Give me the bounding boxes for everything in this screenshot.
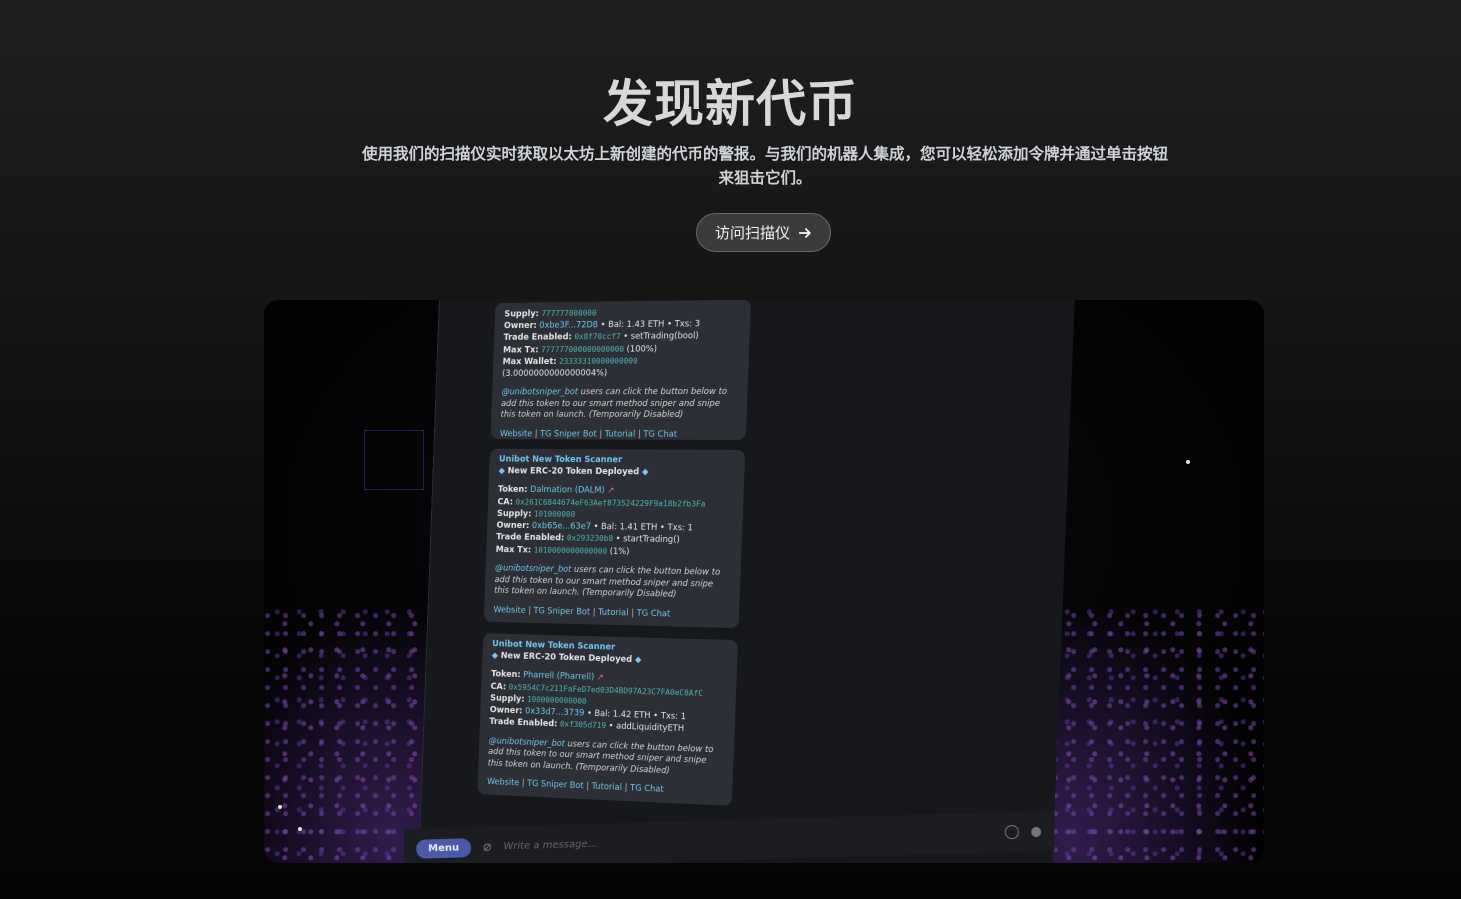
website-link[interactable]: Website: [493, 605, 526, 616]
scanner-preview-image: Supply: 777777000000 Owner: 0xbe3F...72D…: [264, 300, 1264, 863]
background-star: [1186, 460, 1190, 464]
website-link[interactable]: Website: [500, 429, 533, 439]
chart-icon: ↗: [607, 485, 615, 496]
emoji-icon[interactable]: [1004, 824, 1019, 840]
scanner-message: Unibot New Token Scanner ◆ New ERC-20 To…: [483, 448, 746, 629]
msg-links: Website | TG Sniper Bot | Tutorial | TG …: [493, 604, 671, 619]
page-subtitle: 使用我们的扫描仪实时获取以太坊上新创建的代币的警报。与我们的机器人集成，您可以轻…: [361, 145, 1168, 187]
tutorial-link[interactable]: Tutorial: [598, 607, 629, 618]
telegram-chat-window: Supply: 777777000000 Owner: 0xbe3F...72D…: [417, 300, 1076, 863]
background-grid-square: [364, 430, 424, 490]
diamond-icon: ◆: [498, 465, 505, 476]
attach-icon[interactable]: ⌀: [483, 839, 492, 855]
msg-note: @unibotsniper_bot users can click the bu…: [494, 563, 721, 600]
msg-field: Max Tx: 1010000000000000 (1%): [495, 544, 630, 557]
tg-sniper-bot-link[interactable]: TG Sniper Bot: [540, 429, 597, 439]
background-star: [278, 805, 282, 809]
tg-chat-link[interactable]: TG Chat: [636, 608, 670, 619]
msg-links: Website | TG Sniper Bot | Tutorial | TG …: [499, 428, 678, 440]
tg-chat-link[interactable]: TG Chat: [630, 783, 664, 794]
arrow-right-icon: [798, 227, 811, 238]
tutorial-link[interactable]: Tutorial: [591, 782, 622, 793]
tg-sniper-bot-link[interactable]: TG Sniper Bot: [533, 606, 590, 617]
tg-chat-link[interactable]: TG Chat: [643, 429, 677, 439]
msg-links: Website | TG Sniper Bot | Tutorial | TG …: [486, 777, 664, 795]
scanner-message: Supply: 777777000000 Owner: 0xbe3F...72D…: [490, 300, 751, 441]
microphone-icon[interactable]: ●: [1030, 824, 1042, 839]
page-title: 发现新代币: [603, 75, 858, 133]
visit-scanner-button[interactable]: 访问扫描仪: [696, 213, 831, 252]
scanner-message: Unibot New Token Scanner ◆ New ERC-20 To…: [477, 633, 739, 806]
chart-icon: ↗: [596, 672, 604, 683]
message-input[interactable]: Write a message...: [503, 827, 992, 852]
menu-button[interactable]: Menu: [415, 837, 472, 859]
msg-note: @unibotsniper_bot users can click the bu…: [500, 386, 728, 420]
tg-sniper-bot-link[interactable]: TG Sniper Bot: [527, 779, 584, 791]
msg-note: @unibotsniper_bot users can click the bu…: [487, 735, 714, 776]
background-star: [298, 827, 302, 831]
diamond-icon: ◆: [491, 650, 499, 661]
website-link[interactable]: Website: [487, 777, 519, 788]
msg-field: Max Wallet: 23333310000000000 (3.0000000…: [502, 356, 638, 379]
tutorial-link[interactable]: Tutorial: [605, 429, 636, 439]
diamond-icon: ◆: [634, 654, 642, 665]
visit-scanner-label: 访问扫描仪: [714, 224, 790, 242]
msg-subheader: ◆ New ERC-20 Token Deployed ◆: [498, 465, 649, 477]
diamond-icon: ◆: [641, 466, 649, 477]
